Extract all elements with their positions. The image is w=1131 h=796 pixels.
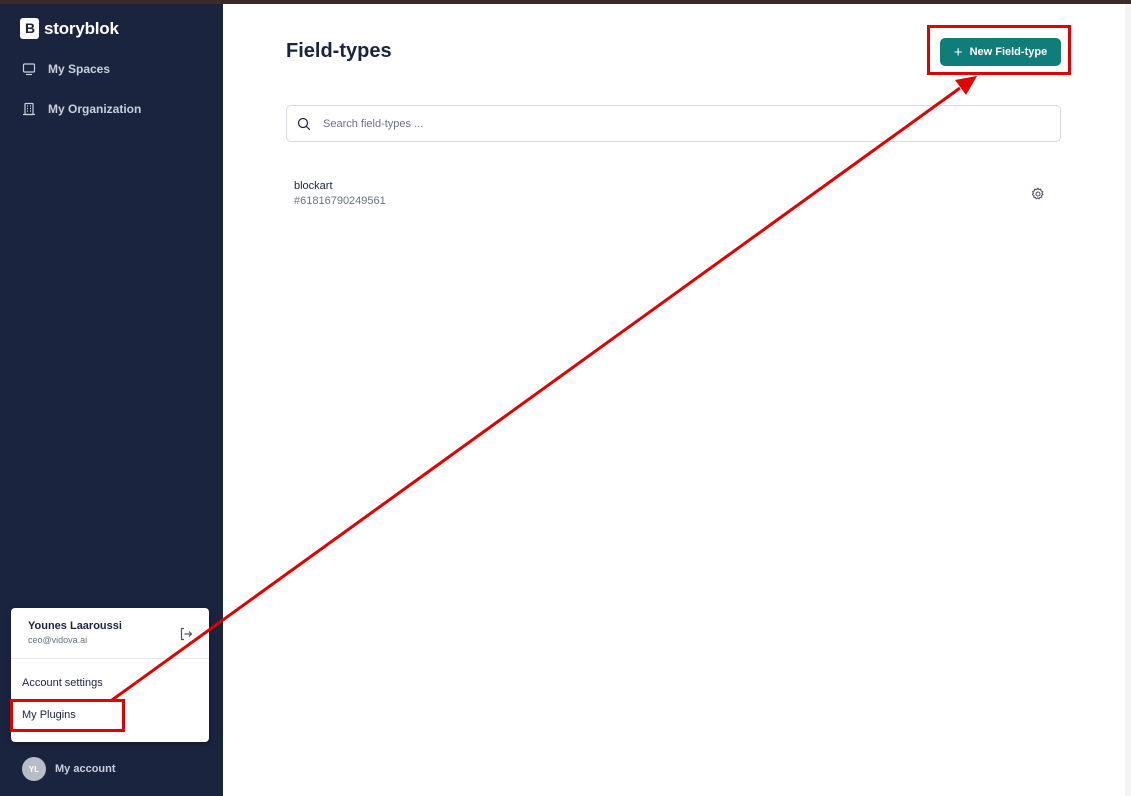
logout-icon[interactable] [178,626,194,642]
field-type-name: blockart [294,180,333,192]
account-settings-link[interactable]: Account settings [22,677,103,689]
user-email: ceo@vidova.ai [28,635,88,645]
brand-logo[interactable]: storyblok [20,18,119,39]
search-box [286,105,1061,142]
sidebar-item-my-spaces[interactable]: My Spaces [22,62,110,76]
my-account-button[interactable]: YL My account [22,757,116,781]
gear-icon[interactable] [1031,187,1045,201]
building-icon [23,102,35,116]
annotation-highlight-my-plugins [10,699,125,732]
page-title: Field-types [286,40,392,62]
sidebar-item-label: My Organization [48,102,142,116]
search-icon [297,117,311,130]
main-content: Field-types + New Field-type blockart #6… [223,4,1125,796]
sidebar-item-label: My Spaces [48,62,111,76]
search-input[interactable] [323,117,1023,130]
field-type-id: #61816790249561 [294,195,386,207]
avatar: YL [22,757,46,781]
annotation-highlight-new-button [927,25,1071,75]
user-name: Younes Laaroussi [28,620,122,632]
my-account-label: My account [55,763,116,775]
menu-divider [11,658,209,659]
background-window-edge [1125,4,1131,796]
monitor-icon [22,63,36,76]
list-item[interactable]: blockart #61816790249561 [294,180,1051,214]
brand-name: storyblok [44,18,119,38]
storyblok-logo-icon [20,18,39,39]
sidebar-item-my-organization[interactable]: My Organization [22,102,141,116]
